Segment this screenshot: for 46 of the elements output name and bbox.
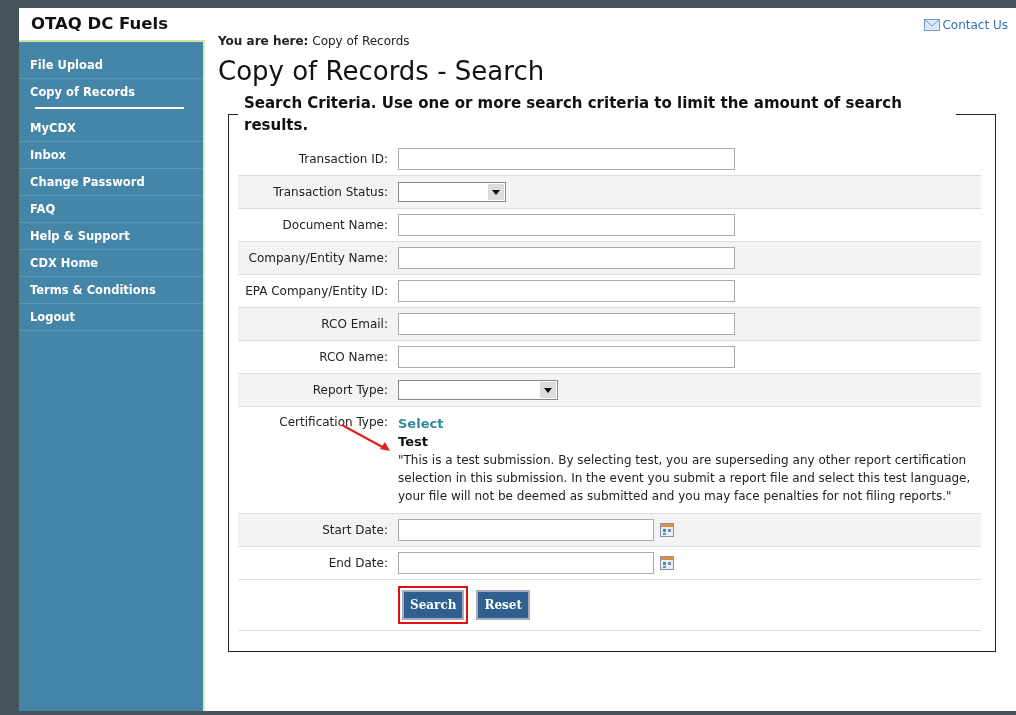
field-label: RCO Email: (320, 317, 389, 331)
sidebar-item[interactable]: Change Password (19, 169, 203, 196)
sidebar-item[interactable]: CDX Home (19, 250, 203, 277)
field-label: Document Name: (281, 218, 389, 232)
text-field[interactable] (398, 280, 735, 302)
text-field[interactable] (398, 313, 735, 335)
site-title: OTAQ DC Fuels (19, 8, 205, 42)
sidebar-item[interactable]: Terms & Conditions (19, 277, 203, 304)
date-field[interactable] (398, 519, 654, 541)
field-label: Transaction Status: (272, 185, 389, 199)
caret-icon (488, 184, 504, 200)
text-field[interactable] (398, 247, 735, 269)
sidebar-item[interactable]: Help & Support (19, 223, 203, 250)
breadcrumb-label: You are here: (218, 34, 309, 48)
text-field[interactable] (398, 214, 735, 236)
field-label: EPA Company/Entity ID: (244, 284, 389, 298)
caret-icon (540, 382, 556, 398)
date-field[interactable] (398, 552, 654, 574)
contact-link[interactable]: Contact Us (924, 16, 1008, 34)
calendar-icon (660, 523, 674, 537)
form-button[interactable]: Reset (476, 590, 530, 620)
sidebar-item[interactable]: MyCDX (19, 115, 203, 142)
certification-statement: "This is a test submission. By selecting test, you are superseding any other report certification selection in this submission. In the event you submit a report file and select this test language, your file will not be deemed as submitted and you may face penalties for not filing reports." (398, 452, 972, 505)
sidebar-item[interactable]: Inbox (19, 142, 203, 169)
field-label: Start Date: (321, 523, 389, 537)
text-field[interactable] (398, 148, 735, 170)
field-label: Certification Type: (278, 415, 389, 429)
dropdown-field[interactable] (398, 182, 506, 202)
sidebar-item[interactable]: FAQ (19, 196, 203, 223)
field-label: Report Type: (311, 383, 389, 397)
page-title: Copy of Records - Search (218, 56, 546, 86)
dropdown-field[interactable] (398, 380, 558, 400)
mail-icon (924, 19, 941, 31)
sidebar-item[interactable]: File Upload (19, 52, 203, 79)
field-label: End Date: (327, 556, 389, 570)
field-label: Transaction ID: (297, 152, 389, 166)
select-link[interactable]: Select (398, 416, 444, 431)
sidebar-item[interactable]: Copy of Records (19, 79, 203, 107)
calendar-icon (660, 556, 674, 570)
form-button[interactable]: Search (402, 590, 465, 620)
field-label: Company/Entity Name: (247, 251, 389, 265)
breadcrumb-current: Copy of Records (312, 34, 410, 48)
text-field[interactable] (398, 346, 735, 368)
field-label: RCO Name: (318, 350, 389, 364)
selected-option: Test (398, 433, 981, 451)
sidebar-item[interactable]: Logout (19, 304, 203, 331)
